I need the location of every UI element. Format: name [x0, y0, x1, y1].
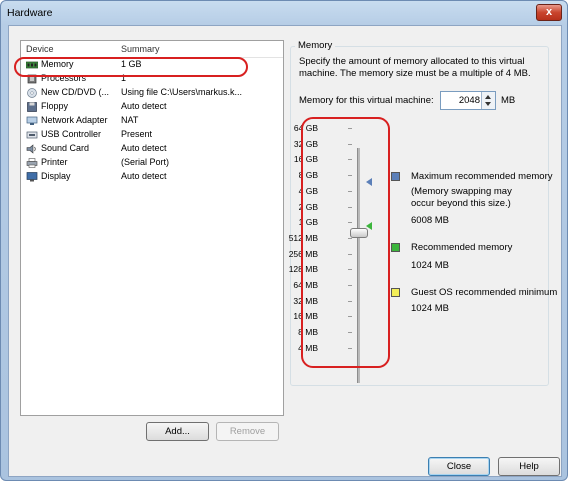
spin-arrows[interactable] [481, 92, 495, 109]
column-header-device[interactable]: Device [26, 44, 54, 54]
device-list-header: Device Summary [21, 41, 283, 58]
device-summary: Auto detect [121, 101, 167, 111]
memory-spinbox[interactable]: 2048 [440, 91, 496, 110]
spin-down-icon[interactable] [485, 102, 491, 106]
recommended-title: Recommended memory [411, 242, 513, 253]
window-title: Hardware [7, 7, 53, 19]
device-name: USB Controller [41, 129, 102, 139]
add-button[interactable]: Add... [146, 422, 209, 441]
device-summary: Using file C:\Users\markus.k... [121, 87, 243, 97]
device-row-sound-card[interactable]: Sound Card Auto detect [21, 142, 283, 156]
remove-button[interactable]: Remove [216, 422, 279, 441]
max-recommended-value: 6008 MB [411, 215, 450, 226]
memory-description: Specify the amount of memory allocated t… [299, 56, 531, 79]
memory-value[interactable]: 2048 [459, 95, 480, 106]
device-summary: (Serial Port) [121, 157, 170, 167]
device-name: Sound Card [41, 143, 90, 153]
device-name: Floppy [41, 101, 69, 111]
device-summary: Auto detect [121, 171, 167, 181]
floppy-icon [27, 102, 37, 112]
memory-unit: MB [501, 95, 516, 106]
close-button[interactable]: Close [428, 457, 490, 476]
device-name: Display [41, 171, 71, 181]
scale-highlight [301, 117, 390, 368]
device-name: Network Adapter [41, 115, 108, 125]
hardware-dialog: Hardware x Device Summary Memory 1 GB Pr… [0, 0, 568, 481]
guest-os-value: 1024 MB [411, 303, 450, 314]
memory-row-highlight [14, 57, 248, 77]
device-row-cd-dvd[interactable]: New CD/DVD (... Using file C:\Users\mark… [21, 86, 283, 100]
window-close-button[interactable]: x [536, 4, 562, 21]
device-name: Printer [41, 157, 68, 167]
max-recommended-note: (Memory swapping may occur beyond this s… [411, 186, 512, 209]
device-row-floppy[interactable]: Floppy Auto detect [21, 100, 283, 114]
device-summary: NAT [121, 115, 139, 125]
device-row-display[interactable]: Display Auto detect [21, 170, 283, 184]
help-button[interactable]: Help [498, 457, 560, 476]
recommended-swatch [391, 243, 400, 252]
recommended-value: 1024 MB [411, 260, 450, 271]
memory-field-label: Memory for this virtual machine: [299, 95, 434, 106]
max-recommended-title: Maximum recommended memory [411, 171, 553, 182]
device-name: New CD/DVD (... [41, 87, 110, 97]
device-row-usb-controller[interactable]: USB Controller Present [21, 128, 283, 142]
device-row-printer[interactable]: Printer (Serial Port) [21, 156, 283, 170]
device-summary: Present [121, 129, 153, 139]
sound-card-icon [26, 144, 36, 154]
column-header-summary[interactable]: Summary [121, 44, 160, 54]
usb-icon [26, 131, 38, 139]
spin-up-icon[interactable] [485, 95, 491, 99]
dialog-client: Device Summary Memory 1 GB Processors 1 … [8, 25, 562, 477]
guest-os-swatch [391, 288, 400, 297]
guest-os-title: Guest OS recommended minimum [411, 287, 558, 298]
printer-icon [26, 158, 38, 168]
device-row-network-adapter[interactable]: Network Adapter NAT [21, 114, 283, 128]
title-bar[interactable]: Hardware x [1, 1, 567, 25]
cd-dvd-icon [27, 88, 37, 98]
device-list[interactable]: Device Summary Memory 1 GB Processors 1 … [20, 40, 284, 416]
max-recommended-swatch [391, 172, 400, 181]
network-adapter-icon [26, 116, 38, 125]
device-summary: Auto detect [121, 143, 167, 153]
display-icon [26, 172, 38, 182]
memory-group-title: Memory [295, 40, 336, 51]
